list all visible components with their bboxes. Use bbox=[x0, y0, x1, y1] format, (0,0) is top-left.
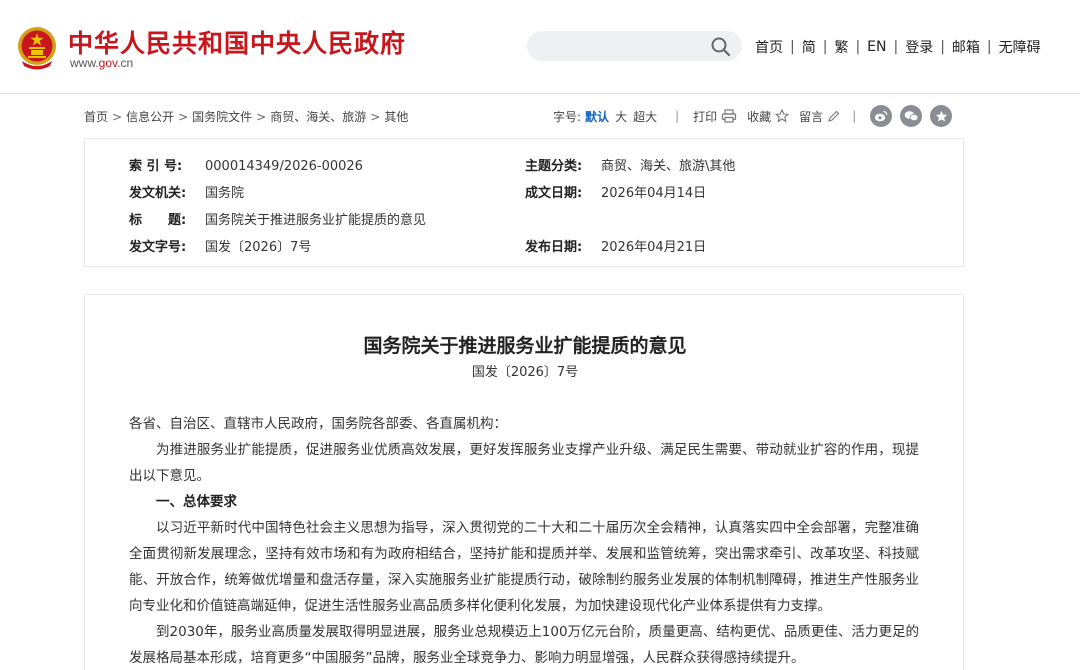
toolbar-divider: | bbox=[852, 109, 857, 123]
publish-date-value: 2026年04月21日 bbox=[601, 240, 707, 255]
top-nav: 首页 | 简 | 繁 | EN | 登录 | 邮箱 | 无障碍 bbox=[755, 37, 1041, 57]
nav-traditional[interactable]: 繁 bbox=[834, 37, 848, 57]
breadcrumb-separator: > bbox=[370, 110, 381, 124]
article-title: 国务院关于推进服务业扩能提质的意见 bbox=[363, 335, 687, 357]
topic-label: 主题分类: bbox=[525, 159, 583, 174]
breadcrumb-home[interactable]: 首页 bbox=[84, 110, 108, 124]
article-toolbar: 字号: 默认 大 超大 | 打印 收藏 留言 | bbox=[553, 103, 960, 129]
breadcrumb-separator: > bbox=[256, 110, 267, 124]
article-body: 国务院关于推进服务业扩能提质的意见 国发〔2026〕7号 各省、自治区、直辖市人… bbox=[84, 294, 964, 670]
article-text: 各省、自治区、直辖市人民政府，国务院各部委、各直属机构： 为推进服务业扩能提质，… bbox=[129, 411, 919, 670]
breadcrumb-info-public[interactable]: 信息公开 bbox=[126, 110, 174, 124]
site-title[interactable]: 中华人民共和国中央人民政府 bbox=[68, 24, 406, 60]
paragraph-guiding-principles: 以习近平新时代中国特色社会主义思想为指导，深入贯彻党的二十大和二十届历次全会精神… bbox=[129, 520, 919, 614]
paragraph-intro: 为推进服务业扩能提质，促进服务业优质高效发展，更好发挥服务业支撑产业升级、满足民… bbox=[129, 442, 919, 484]
topic-value: 商贸、海关、旅游\其他 bbox=[601, 159, 736, 174]
national-emblem-logo[interactable] bbox=[16, 25, 58, 71]
nav-separator: | bbox=[855, 39, 861, 55]
info-index-row: 索 引 号: 000014349/2026-00026 bbox=[129, 155, 363, 174]
font-size-large[interactable]: 大 bbox=[615, 108, 627, 125]
site-url-post: .cn bbox=[117, 56, 134, 70]
comment-button[interactable]: 留言 bbox=[799, 108, 840, 125]
print-button[interactable]: 打印 bbox=[693, 108, 737, 125]
favorites-star-icon[interactable] bbox=[930, 105, 953, 127]
nav-accessibility[interactable]: 无障碍 bbox=[999, 37, 1041, 57]
written-date-value: 2026年04月14日 bbox=[601, 186, 707, 201]
info-doc-no-row: 发文字号: 国发〔2026〕7号 bbox=[129, 236, 311, 255]
favorite-label: 收藏 bbox=[747, 109, 772, 124]
info-publish-date-row: 发布日期: 2026年04月21日 bbox=[525, 236, 706, 255]
site-header: 中华人民共和国中央人民政府 www.gov.cn 首页 | 简 | 繁 | EN… bbox=[0, 0, 1080, 94]
search-icon[interactable] bbox=[708, 34, 734, 58]
font-size-label: 字号: bbox=[553, 109, 582, 124]
title-value: 国务院关于推进服务业扩能提质的意见 bbox=[205, 213, 427, 228]
title-label: 标 题: bbox=[129, 213, 187, 228]
publish-date-label: 发布日期: bbox=[525, 240, 583, 255]
article-doc-number: 国发〔2026〕7号 bbox=[471, 365, 579, 380]
pencil-icon bbox=[828, 110, 840, 122]
issuer-label: 发文机关: bbox=[129, 186, 187, 201]
wechat-icon[interactable] bbox=[900, 105, 923, 127]
print-label: 打印 bbox=[693, 109, 718, 124]
printer-icon bbox=[722, 109, 737, 123]
site-url-pre: www. bbox=[70, 56, 99, 70]
doc-number-value: 国发〔2026〕7号 bbox=[205, 240, 312, 255]
weibo-icon[interactable] bbox=[870, 105, 893, 127]
nav-separator: | bbox=[986, 39, 992, 55]
document-info-table: 索 引 号: 000014349/2026-00026 主题分类: 商贸、海关、旅游… bbox=[84, 138, 964, 267]
toolbar-divider: | bbox=[675, 109, 680, 123]
breadcrumb-trade-customs-tourism[interactable]: 商贸、海关、旅游 bbox=[270, 110, 366, 124]
font-size-xlarge[interactable]: 超大 bbox=[633, 108, 657, 125]
index-number-label: 索 引 号: bbox=[129, 159, 183, 174]
salutation: 各省、自治区、直辖市人民政府，国务院各部委、各直属机构： bbox=[129, 416, 507, 432]
index-number-value: 000014349/2026-00026 bbox=[205, 159, 363, 174]
nav-simplified[interactable]: 简 bbox=[802, 37, 816, 57]
star-icon bbox=[775, 109, 790, 123]
breadcrumb-separator: > bbox=[112, 110, 123, 124]
nav-login[interactable]: 登录 bbox=[905, 37, 933, 57]
info-issuer-row: 发文机关: 国务院 bbox=[129, 182, 244, 201]
breadcrumb-other[interactable]: 其他 bbox=[384, 110, 408, 124]
font-size-default[interactable]: 默认 bbox=[585, 108, 609, 125]
info-title-row: 标 题: 国务院关于推进服务业扩能提质的意见 bbox=[129, 209, 426, 228]
nav-separator: | bbox=[940, 39, 945, 55]
nav-separator: | bbox=[790, 39, 795, 55]
favorite-button[interactable]: 收藏 bbox=[747, 108, 790, 125]
issuer-value: 国务院 bbox=[205, 186, 245, 201]
breadcrumb-state-council-docs[interactable]: 国务院文件 bbox=[192, 110, 252, 124]
site-url[interactable]: www.gov.cn bbox=[70, 56, 133, 70]
written-date-label: 成文日期: bbox=[525, 186, 583, 201]
nav-english[interactable]: EN bbox=[867, 39, 886, 55]
breadcrumb-separator: > bbox=[178, 110, 189, 124]
comment-label: 留言 bbox=[799, 109, 824, 124]
paragraph-2030-goals: 到2030年，服务业高质量发展取得明显进展，服务业总规模迈上100万亿元台阶，质… bbox=[129, 624, 919, 666]
nav-home[interactable]: 首页 bbox=[755, 37, 783, 57]
info-written-date-row: 成文日期: 2026年04月14日 bbox=[525, 182, 706, 201]
doc-number-label: 发文字号: bbox=[129, 240, 187, 255]
share-icons bbox=[870, 105, 960, 127]
section-heading: 一、总体要求 bbox=[156, 494, 237, 510]
nav-mail[interactable]: 邮箱 bbox=[952, 37, 980, 57]
nav-separator: | bbox=[822, 39, 828, 55]
info-topic-row: 主题分类: 商贸、海关、旅游\其他 bbox=[525, 155, 735, 174]
breadcrumb: 首页 > 信息公开 > 国务院文件 > 商贸、海关、旅游 > 其他 bbox=[84, 108, 408, 125]
nav-separator: | bbox=[893, 39, 899, 55]
site-url-mid: gov bbox=[98, 56, 118, 70]
